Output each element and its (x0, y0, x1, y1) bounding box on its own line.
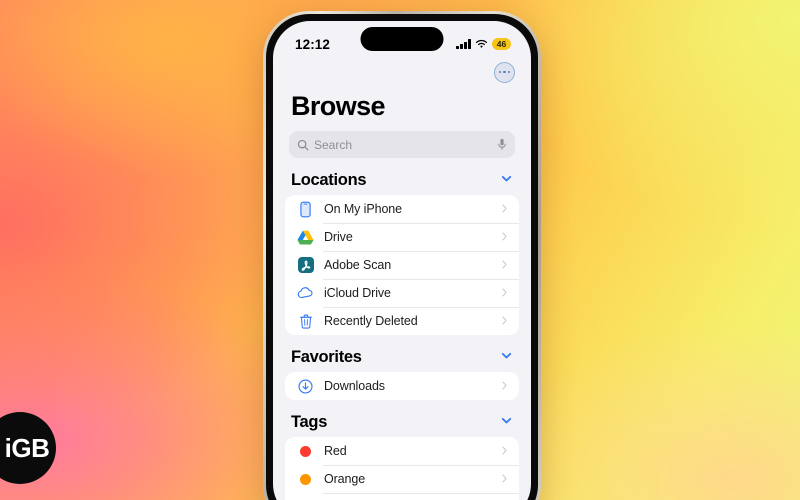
chevron-right-icon (500, 200, 509, 218)
icloud-icon (296, 287, 315, 299)
list-item[interactable]: Yellow (285, 493, 519, 500)
section-header-favorites[interactable]: Favorites (273, 335, 531, 372)
section-header-tags[interactable]: Tags (273, 400, 531, 437)
browse-list: Locations On My iPhone Drive Adobe Scan … (273, 158, 531, 500)
battery-status-badge: 46 (492, 38, 511, 50)
ellipsis-circle-icon[interactable] (494, 61, 515, 83)
list-item[interactable]: On My iPhone (285, 195, 519, 223)
list-item[interactable]: Red (285, 437, 519, 465)
google-drive-icon (296, 230, 315, 245)
list-item[interactable]: Orange (285, 465, 519, 493)
trash-icon (296, 314, 315, 329)
page-title: Browse (291, 91, 386, 121)
list-item-label: Recently Deleted (324, 314, 418, 328)
list-item-label: On My iPhone (324, 202, 403, 216)
section-card: Red Orange Yellow (285, 437, 519, 500)
list-item-label: Downloads (324, 379, 385, 393)
section-card: On My iPhone Drive Adobe Scan iCloud Dri… (285, 195, 519, 335)
wifi-icon (475, 39, 488, 48)
iphone-icon (296, 201, 315, 218)
chevron-down-icon[interactable] (500, 349, 513, 367)
chevron-right-icon (500, 312, 509, 330)
chevron-down-icon[interactable] (500, 172, 513, 190)
list-item-label: Drive (324, 230, 353, 244)
chevron-down-icon[interactable] (500, 414, 513, 432)
search-bar[interactable]: Search (289, 131, 515, 158)
list-item[interactable]: Downloads (285, 372, 519, 400)
status-bar: 12:12 46 (273, 21, 531, 59)
device-bezel: 12:12 46 Browse Search Locations On My i… (266, 14, 538, 500)
section-title: Locations (291, 171, 367, 189)
watermark-text: iGB (4, 432, 50, 463)
list-item[interactable]: Adobe Scan (285, 251, 519, 279)
section-title: Tags (291, 413, 328, 431)
chevron-right-icon (500, 470, 509, 488)
chevron-right-icon (500, 442, 509, 460)
status-time: 12:12 (295, 36, 331, 52)
list-item[interactable]: iCloud Drive (285, 279, 519, 307)
tag-dot-icon (296, 473, 315, 485)
iphone-device-frame: 12:12 46 Browse Search Locations On My i… (263, 11, 541, 500)
list-item-label: Adobe Scan (324, 258, 392, 272)
download-circle-icon (296, 378, 315, 394)
dynamic-island (360, 27, 444, 51)
list-item-label: Red (324, 444, 347, 458)
section-card: Downloads (285, 372, 519, 400)
chevron-right-icon (500, 228, 509, 246)
chevron-right-icon (500, 284, 509, 302)
signal-bars-icon (456, 39, 471, 49)
tag-dot-icon (296, 445, 315, 457)
list-item[interactable]: Drive (285, 223, 519, 251)
navigation-bar (273, 59, 531, 85)
chevron-right-icon (500, 256, 509, 274)
list-item[interactable]: Recently Deleted (285, 307, 519, 335)
status-indicators: 46 (456, 38, 511, 50)
list-item-label: Orange (324, 472, 366, 486)
chevron-right-icon (500, 377, 509, 395)
section-header-locations[interactable]: Locations (273, 158, 531, 195)
search-input[interactable]: Search (314, 138, 492, 152)
search-icon (297, 139, 309, 150)
section-title: Favorites (291, 348, 362, 366)
microphone-icon[interactable] (497, 138, 507, 151)
device-screen: 12:12 46 Browse Search Locations On My i… (273, 21, 531, 500)
list-item-label: iCloud Drive (324, 286, 391, 300)
adobe-scan-icon (296, 257, 315, 273)
